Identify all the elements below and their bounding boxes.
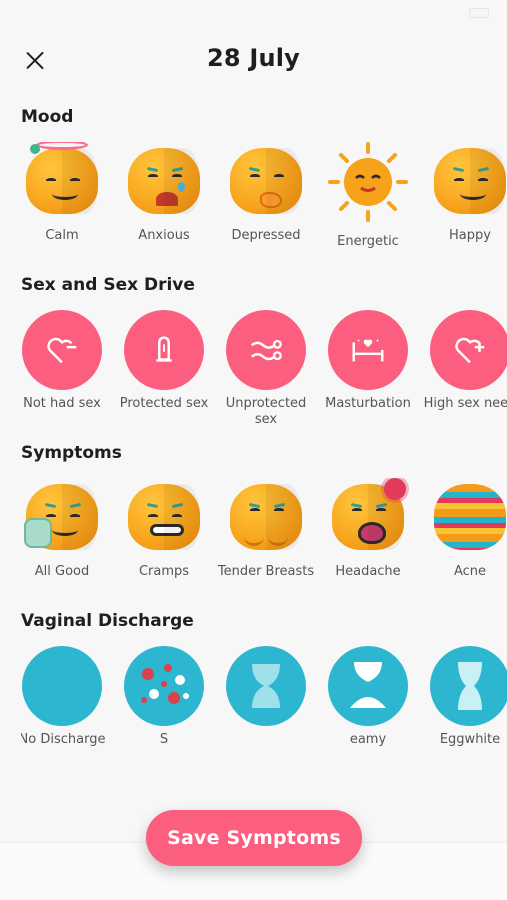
calm-face-icon — [22, 142, 102, 222]
acne-face-icon — [430, 478, 507, 558]
sex-section: Sex and Sex Drive Not had sex Protected … — [0, 274, 507, 450]
thumbs-up-face-icon — [22, 478, 102, 558]
item-label: Tender Breasts — [217, 564, 315, 579]
symptom-item-tender-breasts[interactable]: Tender Breasts — [218, 478, 314, 618]
spotting-icon — [124, 646, 204, 726]
item-label: Happy — [449, 228, 491, 243]
sex-item-unprotected[interactable]: Unprotected sex — [225, 310, 307, 450]
item-label: High sex need — [423, 396, 507, 411]
item-label: Masturbation — [325, 396, 411, 411]
mood-item-calm[interactable]: Calm — [21, 142, 103, 282]
symptom-item-headache[interactable]: Headache — [327, 478, 409, 618]
item-label: Calm — [45, 228, 79, 243]
mood-item-energetic[interactable]: Energetic — [327, 142, 409, 282]
depressed-face-icon — [226, 142, 306, 222]
happy-face-icon — [430, 142, 507, 222]
mood-item-anxious[interactable]: Anxious — [123, 142, 205, 282]
heart-minus-icon — [22, 310, 102, 390]
sex-item-high-sex-need[interactable]: High sex need — [424, 310, 507, 450]
item-label: Unprotected sex — [225, 396, 307, 427]
no-discharge-icon — [22, 646, 102, 726]
battery-icon — [469, 8, 489, 18]
item-label: Headache — [335, 564, 401, 579]
symptoms-row: All Good Cramps Tender Breasts Headache — [21, 478, 507, 618]
cramps-face-icon — [124, 478, 204, 558]
sex-item-masturbation[interactable]: Masturbation — [325, 310, 411, 450]
discharge-item-eggwhite[interactable]: Eggwhite — [429, 646, 507, 786]
item-label: Cramps — [138, 564, 190, 579]
item-label: Eggwhite — [439, 732, 501, 747]
discharge-item-none[interactable]: No Discharge — [21, 646, 105, 786]
page-title: 28 July — [206, 44, 301, 72]
sex-item-not-had-sex[interactable]: Not had sex — [21, 310, 103, 450]
section-title-mood: Mood — [21, 107, 74, 127]
mood-row: Calm Anxious Depressed Energetic Happy — [21, 142, 507, 282]
creamy-icon — [328, 646, 408, 726]
item-label: Not had sex — [23, 396, 101, 411]
discharge-item-creamy[interactable]: eamy — [327, 646, 409, 786]
bed-heart-icon — [328, 310, 408, 390]
item-label: eamy — [349, 732, 387, 747]
breasts-face-icon — [226, 478, 306, 558]
item-label: Energetic — [337, 234, 399, 249]
discharge-row: No Discharge S eamy Eggwhite — [21, 646, 507, 786]
condom-icon — [124, 310, 204, 390]
mood-section: Mood Calm Anxious Depressed Energetic Ha… — [0, 106, 507, 282]
item-label: Anxious — [138, 228, 190, 243]
item-label: Acne — [453, 564, 487, 579]
item-label: Protected sex — [119, 396, 209, 411]
discharge-section: Vaginal Discharge No Discharge S eamy Eg… — [0, 610, 507, 786]
symptom-item-all-good[interactable]: All Good — [21, 478, 103, 618]
sex-item-protected[interactable]: Protected sex — [120, 310, 208, 450]
item-label: S — [159, 732, 169, 747]
anxious-face-icon — [124, 142, 204, 222]
item-label: No Discharge — [21, 732, 106, 747]
status-bar — [0, 0, 507, 26]
symptom-item-cramps[interactable]: Cramps — [123, 478, 205, 618]
sun-face-icon — [328, 142, 408, 222]
symptom-item-acne[interactable]: Acne — [429, 478, 507, 618]
mood-item-depressed[interactable]: Depressed — [225, 142, 307, 282]
discharge-item-sticky[interactable] — [225, 646, 307, 786]
sex-row: Not had sex Protected sex Unprotected se… — [21, 310, 507, 450]
item-label: All Good — [34, 564, 90, 579]
hourglass-icon — [226, 646, 306, 726]
mood-item-happy[interactable]: Happy — [429, 142, 507, 282]
save-symptoms-button[interactable]: Save Symptoms — [146, 810, 362, 866]
discharge-item-spotting[interactable]: S — [123, 646, 205, 786]
header: 28 July — [0, 26, 507, 94]
eggwhite-icon — [430, 646, 507, 726]
unprotected-icon — [226, 310, 306, 390]
symptoms-section: Symptoms All Good Cramps Tender Breasts — [0, 442, 507, 618]
heart-plus-icon — [430, 310, 507, 390]
headache-face-icon — [328, 478, 408, 558]
item-label: Depressed — [231, 228, 301, 243]
